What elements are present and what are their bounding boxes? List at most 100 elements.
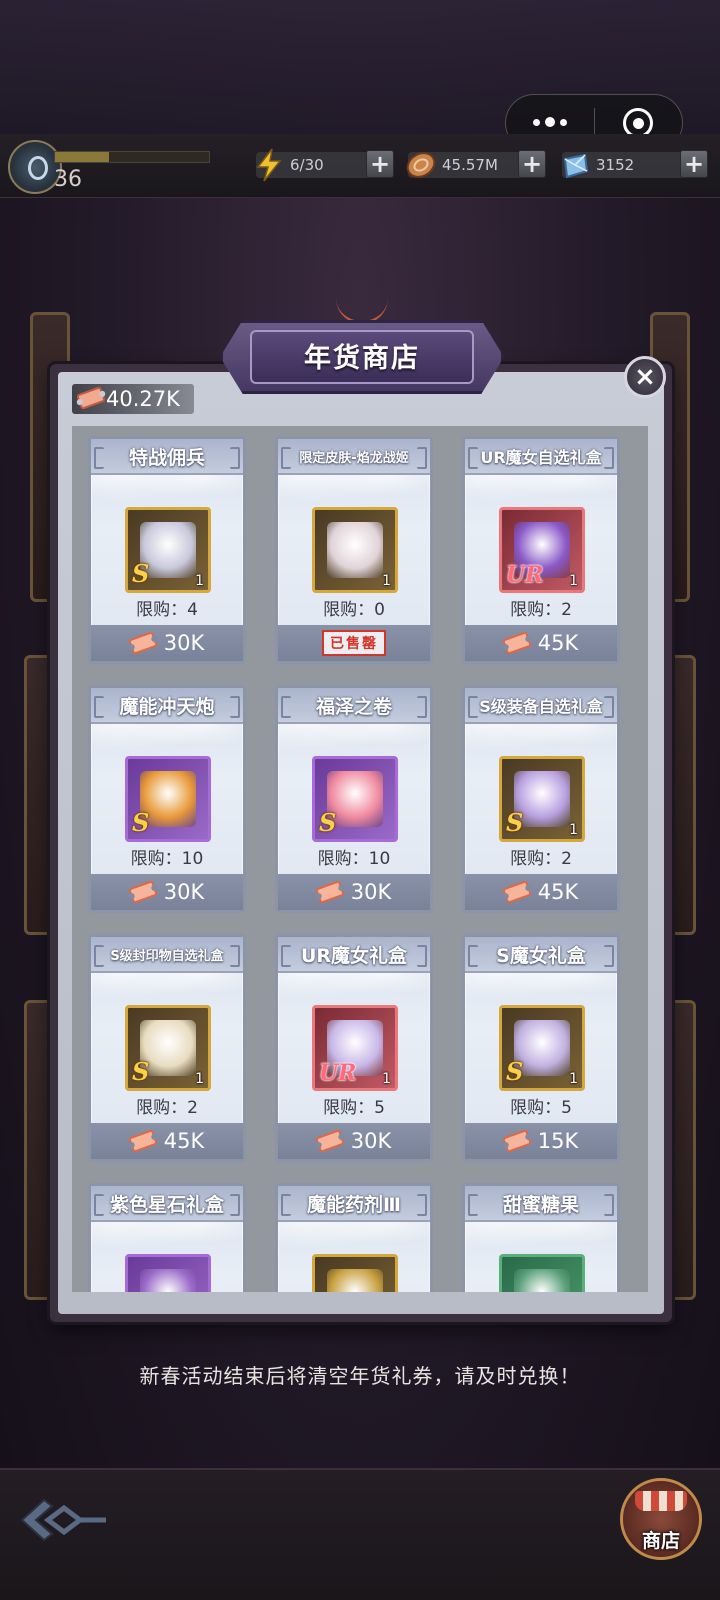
price-bar[interactable]: 已售罄 [278, 625, 430, 661]
item-icon[interactable] [499, 1254, 585, 1292]
price-bar[interactable]: 45K [465, 874, 617, 910]
voucher-ticket-icon [501, 880, 532, 904]
item-art [327, 1269, 383, 1292]
voucher-notice: 新春活动结束后将清空年货礼券，请及时兑换！ [139, 1364, 581, 1388]
item-name: 魔能药剂Ⅲ [278, 1186, 430, 1222]
item-grade-badge: UR [319, 1060, 357, 1086]
diamond-value: 3152 [596, 156, 635, 174]
purchase-limit: 限购：5 [510, 1098, 572, 1118]
shop-item-card[interactable]: 限定皮肤-焰龙战姬 1 限购：0 已售罄 [275, 436, 433, 664]
coin-value: 45.57M [442, 156, 498, 174]
item-name: UR魔女礼盒 [278, 937, 430, 973]
item-icon[interactable] [125, 1254, 211, 1292]
diamond-icon [556, 146, 594, 184]
item-icon[interactable]: 1 [312, 507, 398, 593]
snow-decoration [278, 973, 430, 1003]
item-art [514, 1269, 570, 1292]
item-name: 魔能冲天炮 [91, 688, 243, 724]
voucher-balance: 40.27K [72, 384, 194, 414]
shop-item-card[interactable]: UR魔女礼盒 UR 1 限购：5 30K [275, 934, 433, 1162]
back-button[interactable] [18, 1490, 110, 1550]
close-button[interactable]: × [624, 356, 666, 398]
item-icon[interactable]: S1 [499, 756, 585, 842]
energy-value: 6/30 [290, 156, 324, 174]
price-bar[interactable]: 45K [465, 625, 617, 661]
sold-out-stamp: 已售罄 [322, 630, 386, 656]
shop-item-card[interactable]: 特战佣兵 S 1 限购：4 30K [88, 436, 246, 664]
price-bar[interactable]: 30K [91, 625, 243, 661]
energy-counter: 6/30 + [256, 148, 394, 182]
add-diamonds-button[interactable]: + [680, 150, 708, 178]
item-price: 30K [163, 631, 205, 655]
item-price: 30K [163, 880, 205, 904]
item-price: 45K [537, 631, 579, 655]
snow-decoration [278, 1222, 430, 1252]
add-coins-button[interactable]: + [518, 150, 546, 178]
item-price: 45K [163, 1129, 205, 1153]
shop-item-grid: 特战佣兵 S 1 限购：4 30K 限定皮肤-焰龙战姬 1 限购：0 已售罄 UR魔女自选礼盒 UR… [72, 426, 648, 1292]
item-icon[interactable]: UR 1 [499, 507, 585, 593]
back-arrow-icon [20, 1498, 106, 1542]
add-energy-button[interactable]: + [366, 150, 394, 178]
item-price: 30K [350, 880, 392, 904]
item-name: 甜蜜糖果 [465, 1186, 617, 1222]
item-name: 福泽之卷 [278, 688, 430, 724]
price-bar[interactable]: 30K [278, 874, 430, 910]
shop-nav-button[interactable]: 商店 [620, 1478, 702, 1560]
item-grade-badge: S [506, 808, 524, 837]
voucher-ticket-icon [127, 631, 158, 655]
price-bar[interactable]: 15K [465, 1123, 617, 1159]
voucher-ticket-icon [314, 880, 345, 904]
player-level: 36 [54, 167, 82, 192]
more-menu-icon[interactable] [506, 117, 594, 128]
shop-item-card[interactable]: 魔能冲天炮 S 限购：10 30K [88, 685, 246, 913]
item-quantity: 1 [382, 1071, 391, 1087]
shop-item-card[interactable]: S魔女礼盒 S 1 限购：5 15K [462, 934, 620, 1162]
coin-counter: 45.57M + [406, 150, 546, 178]
shop-item-card[interactable]: 紫色星石礼盒 [88, 1183, 246, 1292]
shop-item-card[interactable]: 甜蜜糖果 [462, 1183, 620, 1292]
coin-icon [402, 146, 440, 184]
purchase-limit: 限购：5 [323, 1098, 385, 1118]
voucher-balance-value: 40.27K [106, 387, 180, 411]
item-icon[interactable]: S [312, 756, 398, 842]
item-icon[interactable]: S [125, 756, 211, 842]
snow-decoration [465, 973, 617, 1003]
item-price: 45K [537, 880, 579, 904]
shop-item-card[interactable]: 福泽之卷 S 限购：10 30K [275, 685, 433, 913]
item-name: 限定皮肤-焰龙战姬 [278, 439, 430, 475]
voucher-ticket-icon [127, 1129, 158, 1153]
voucher-ticket-icon [501, 1129, 532, 1153]
item-icon[interactable]: S1 [125, 507, 211, 593]
item-icon[interactable]: S1 [125, 1005, 211, 1091]
price-bar[interactable]: 30K [278, 1123, 430, 1159]
snow-decoration [91, 973, 243, 1003]
snow-decoration [465, 475, 617, 505]
shop-item-card[interactable]: UR魔女自选礼盒 UR 1 限购：2 45K [462, 436, 620, 664]
item-quantity: 1 [569, 1071, 578, 1087]
voucher-ticket-icon [501, 631, 532, 655]
item-grade-badge: S [132, 808, 150, 837]
shop-item-card[interactable]: S级装备自选礼盒 S 1 限购：2 45K [462, 685, 620, 913]
exp-bar [54, 151, 210, 163]
item-icon[interactable]: UR 1 [312, 1005, 398, 1091]
item-icon[interactable]: S1 [499, 1005, 585, 1091]
price-bar[interactable]: 45K [91, 1123, 243, 1159]
purchase-limit: 限购：2 [136, 1098, 198, 1118]
purchase-limit: 限购：10 [130, 849, 204, 869]
voucher-ticket-icon [76, 386, 106, 410]
lightning-icon [250, 146, 288, 184]
shop-item-card[interactable]: S级封印物自选礼盒 S 1 限购：2 45K [88, 934, 246, 1162]
shop-title: 年货商店 [304, 343, 420, 374]
item-art [327, 522, 383, 578]
exp-bar-fill [55, 152, 109, 162]
item-grade-badge: S [319, 808, 337, 837]
item-quantity: 1 [382, 573, 391, 589]
item-grade-badge: S [132, 1057, 150, 1086]
item-icon[interactable] [312, 1254, 398, 1292]
shop-item-card[interactable]: 魔能药剂Ⅲ [275, 1183, 433, 1292]
purchase-limit: 限购：2 [510, 849, 572, 869]
price-bar[interactable]: 30K [91, 874, 243, 910]
snow-decoration [465, 1222, 617, 1252]
snow-decoration [465, 724, 617, 754]
